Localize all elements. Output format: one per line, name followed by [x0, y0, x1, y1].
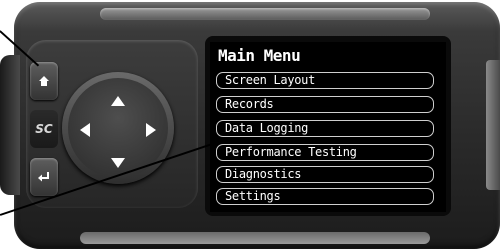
menu-item-screen-layout[interactable]: Screen Layout	[216, 72, 434, 89]
right-arrow-icon[interactable]	[146, 123, 156, 137]
device-bottom-trim	[80, 232, 430, 244]
down-arrow-icon[interactable]	[111, 158, 125, 168]
sc-logo-button[interactable]: SC	[30, 110, 58, 148]
enter-return-icon	[38, 172, 49, 182]
device-left-cap	[0, 55, 20, 195]
left-arrow-icon[interactable]	[80, 123, 90, 137]
menu-item-records[interactable]: Records	[216, 96, 434, 113]
device-top-trim	[100, 8, 430, 20]
menu-item-settings[interactable]: Settings	[216, 188, 434, 205]
menu-item-diagnostics[interactable]: Diagnostics	[216, 166, 434, 183]
menu-item-data-logging[interactable]: Data Logging	[216, 120, 434, 137]
sc-label: SC	[35, 122, 53, 136]
menu-item-performance-testing[interactable]: Performance Testing	[216, 144, 434, 161]
home-button[interactable]	[30, 62, 58, 100]
menu-title: Main Menu	[218, 46, 301, 65]
enter-button[interactable]	[30, 158, 58, 196]
device-right-edge	[486, 60, 500, 190]
up-arrow-icon[interactable]	[111, 96, 125, 106]
home-icon	[39, 76, 49, 86]
